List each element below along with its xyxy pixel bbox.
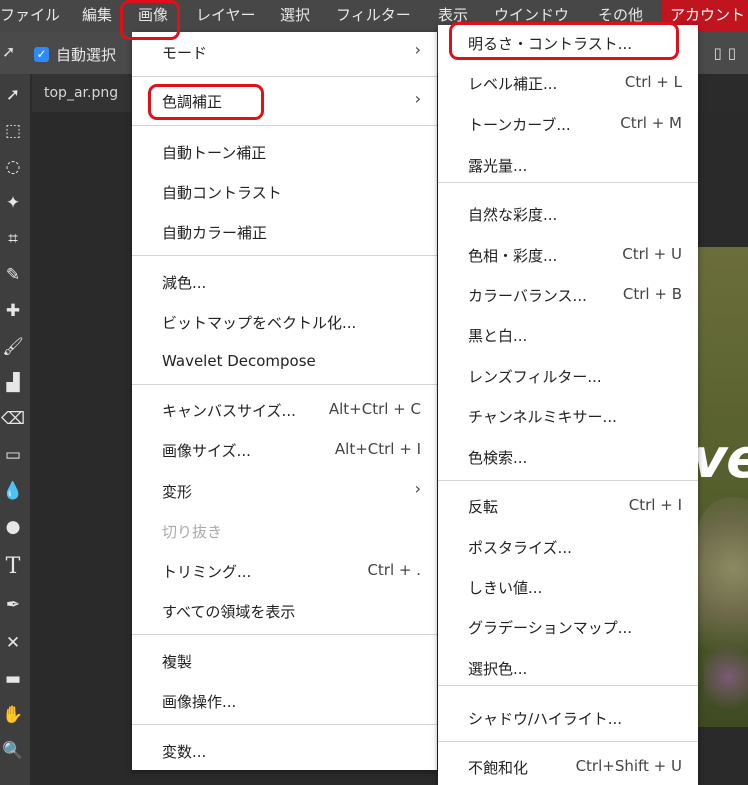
menu-separator (132, 384, 437, 385)
menu-item-threshold[interactable]: しきい値... (438, 569, 698, 605)
adjustments-submenu: 明るさ・コントラスト... レベル補正... Ctrl + L トーンカーブ..… (438, 25, 698, 785)
menu-layer[interactable]: レイヤー (196, 0, 256, 32)
menu-item-auto-color[interactable]: 自動カラー補正 (132, 214, 437, 250)
menu-item-trim[interactable]: トリミング... Ctrl + . (132, 553, 437, 589)
move-tool-icon[interactable]: ➚ (2, 42, 24, 64)
eyedropper-icon[interactable]: ✎ (0, 262, 26, 288)
marquee-tool-icon[interactable]: ⬚ (0, 118, 26, 144)
auto-select-label: 自動選択 (56, 46, 117, 64)
chevron-right-icon: › (414, 40, 421, 59)
document-image: ve (690, 247, 748, 727)
highlight-brightness-contrast (449, 22, 679, 60)
brush-tool-icon[interactable]: 🖌 (0, 334, 26, 360)
menu-item-curves[interactable]: トーンカーブ... Ctrl + M (438, 106, 698, 142)
menu-item-reduce-colors[interactable]: 減色... (132, 264, 437, 300)
menu-item-image-operations[interactable]: 画像操作... (132, 683, 437, 719)
menu-item-color-balance[interactable]: カラーバランス... Ctrl + B (438, 277, 698, 313)
menu-filter[interactable]: フィルター (336, 0, 411, 32)
stamp-tool-icon[interactable]: ▟ (0, 370, 26, 396)
menu-separator (438, 741, 698, 742)
move-tool-icon[interactable]: ➚ (0, 82, 26, 108)
menu-item-auto-contrast[interactable]: 自動コントラスト (132, 174, 437, 210)
gradient-tool-icon[interactable]: ▭ (0, 442, 26, 468)
pen-tool-icon[interactable]: ✒ (0, 592, 26, 618)
menu-separator (132, 724, 437, 725)
menu-item-selective-color[interactable]: 選択色... (438, 650, 698, 686)
menu-edit[interactable]: 編集 (82, 0, 112, 32)
menu-item-color-lookup[interactable]: 色検索... (438, 439, 698, 475)
menu-item-mode[interactable]: モード › (132, 34, 437, 70)
menu-item-photo-filter[interactable]: レンズフィルター... (438, 358, 698, 394)
menu-item-gradient-map[interactable]: グラデーションマップ... (438, 609, 698, 645)
menu-item-desaturate[interactable]: 不飽和化 Ctrl+Shift + U (438, 749, 698, 785)
menu-separator (132, 634, 437, 635)
menu-item-variables[interactable]: 変数... (132, 733, 437, 769)
chevron-right-icon: › (414, 479, 421, 498)
menu-item-transform[interactable]: 変形 › (132, 473, 437, 509)
menu-item-auto-tone[interactable]: 自動トーン補正 (132, 134, 437, 170)
menu-file[interactable]: ファイル (0, 0, 60, 32)
dodge-tool-icon[interactable]: ● (0, 514, 26, 540)
document-tab[interactable]: top_ar.png (32, 74, 142, 112)
menu-separator (132, 255, 437, 256)
menu-item-vibrance[interactable]: 自然な彩度... (438, 196, 698, 232)
healing-brush-icon[interactable]: ✚ (0, 298, 26, 324)
menu-item-exposure[interactable]: 露光量... (438, 147, 698, 183)
menu-item-shadows-highlights[interactable]: シャドウ/ハイライト... (438, 700, 698, 736)
menu-item-levels[interactable]: レベル補正... Ctrl + L (438, 65, 698, 101)
menu-item-duplicate[interactable]: 複製 (132, 643, 437, 679)
zoom-tool-icon[interactable]: 🔍 (0, 738, 26, 764)
menu-item-vectorize[interactable]: ビットマップをベクトル化... (132, 304, 437, 340)
chevron-right-icon: › (414, 89, 421, 108)
menu-separator (132, 76, 437, 77)
menu-item-hue-saturation[interactable]: 色相・彩度... Ctrl + U (438, 237, 698, 273)
menu-item-crop: 切り抜き (162, 523, 223, 541)
align-icons[interactable]: ▯▯ (713, 44, 742, 62)
highlight-image-menu (120, 0, 180, 40)
image-text: ve (692, 427, 748, 490)
shape-tool-icon[interactable]: ▬ (0, 666, 26, 692)
menu-item-posterize[interactable]: ポスタライズ... (438, 529, 698, 565)
menu-item-invert[interactable]: 反転 Ctrl + I (438, 488, 698, 524)
menu-separator (438, 685, 698, 686)
flower-image (704, 637, 748, 717)
menu-item-wavelet[interactable]: Wavelet Decompose (132, 344, 437, 380)
image-menu: モード › 色調補正 › 自動トーン補正 自動コントラスト 自動カラー補正 減色… (132, 32, 437, 770)
menu-item-canvas-size[interactable]: キャンバスサイズ... Alt+Ctrl + C (132, 392, 437, 428)
menu-separator (438, 182, 698, 183)
tools-panel: ➚ ⬚ ◌ ✦ ⌗ ✎ ✚ 🖌 ▟ ⌫ ▭ 💧 ● T ✒ ✕ ▬ ✋ 🔍 (0, 74, 30, 785)
menu-item-reveal-all[interactable]: すべての領域を表示 (132, 593, 437, 629)
path-select-icon[interactable]: ✕ (0, 630, 26, 656)
crop-tool-icon[interactable]: ⌗ (0, 226, 26, 252)
menu-item-channel-mixer[interactable]: チャンネルミキサー... (438, 398, 698, 434)
menu-select[interactable]: 選択 (280, 0, 310, 32)
magic-wand-icon[interactable]: ✦ (0, 190, 26, 216)
menu-item-black-white[interactable]: 黒と白... (438, 317, 698, 353)
highlight-adjustments (148, 84, 264, 120)
menu-separator (438, 480, 698, 481)
lasso-tool-icon[interactable]: ◌ (0, 154, 26, 180)
type-tool-icon[interactable]: T (0, 554, 26, 580)
menu-item-image-size[interactable]: 画像サイズ... Alt+Ctrl + I (132, 432, 437, 468)
auto-select-checkbox[interactable]: ✓ (34, 47, 49, 62)
hand-tool-icon[interactable]: ✋ (0, 702, 26, 728)
eraser-icon[interactable]: ⌫ (0, 406, 26, 432)
menu-separator (132, 125, 437, 126)
blur-tool-icon[interactable]: 💧 (0, 478, 26, 504)
